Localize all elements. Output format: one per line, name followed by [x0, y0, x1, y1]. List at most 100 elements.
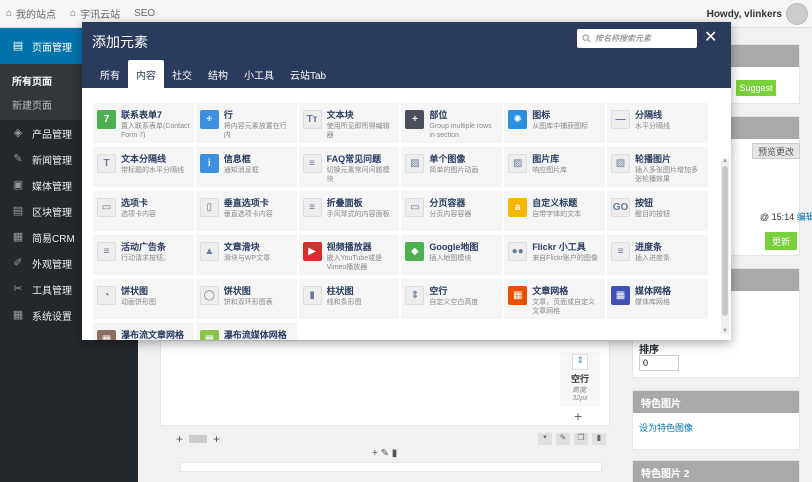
- element-tile[interactable]: ▶ 视频播放器 嵌入YouTube或是Vimeo播放器: [297, 234, 401, 276]
- element-tile[interactable]: Tт 文本块 使用所见即所得编辑器: [297, 102, 401, 144]
- element-tile[interactable]: ◔ 饼状图 动画饼形图: [92, 278, 195, 320]
- suggest-button[interactable]: Suggest: [736, 80, 776, 96]
- order-input[interactable]: [639, 355, 679, 371]
- element-tile[interactable]: ◆ Google地图 插入地图模块: [400, 234, 504, 276]
- element-text: 瀑布流媒体网格媒体库瀑布流网格: [224, 328, 293, 340]
- element-tile[interactable]: a 自定义标题 自带字体的文本: [503, 190, 606, 232]
- element-tile[interactable]: ◯ 饼状图 饼和双环形图表: [194, 278, 298, 320]
- element-tile[interactable]: ≡ FAQ常见问题 切换元素常问问题模块: [297, 146, 401, 188]
- scrollbar-thumb[interactable]: [722, 166, 728, 316]
- element-text: 信息框 通知消息框: [224, 152, 293, 175]
- scroll-up-icon[interactable]: ▲: [721, 158, 729, 164]
- set-featured-image-link[interactable]: 设为特色图像: [633, 413, 799, 442]
- home-icon: ⌂: [70, 8, 77, 19]
- element-text: 饼状图 动画饼形图: [121, 284, 190, 307]
- element-description: 插入进度条: [634, 255, 670, 262]
- element-icon: ▭: [405, 198, 425, 217]
- element-tile[interactable]: ✺ 图标 从图库中捕获图标: [503, 102, 606, 144]
- element-tile[interactable]: ▭ 分页容器 分页内容容器: [400, 190, 504, 232]
- tab-5[interactable]: 云站Tab: [282, 60, 334, 88]
- element-icon: ▦: [508, 286, 528, 305]
- sidebar-item-label: 简易CRM: [32, 233, 75, 245]
- element-tile[interactable]: ▨ 单个图像 简单的图片动画: [400, 146, 504, 188]
- element-tile[interactable]: ▨ 轮播图片 插入多张图片增加多张轮播效果: [605, 146, 709, 188]
- builder-row: [160, 340, 610, 426]
- element-icon: Tт: [302, 110, 322, 129]
- element-tile[interactable]: ▦ 媒体网格 媒体库网格: [605, 278, 709, 320]
- element-tile[interactable]: ▮ 柱状图 线和条形图: [297, 278, 401, 320]
- howdy-user[interactable]: Howdy, vlinkers: [707, 9, 782, 20]
- element-tile[interactable]: ●● Flickr 小工具 来自Flickr账户的图像: [503, 234, 606, 276]
- element-tile[interactable]: — 分隔线 水平分隔线: [605, 102, 709, 144]
- element-tile[interactable]: ⇕ 空行 自定义空白高度: [400, 278, 504, 320]
- element-name: FAQ常见问题: [326, 154, 382, 164]
- spacer-name: 空行: [570, 374, 589, 384]
- element-tile[interactable]: GO 按钮 醒目的按钮: [605, 190, 709, 232]
- preview-changes-button[interactable]: 预览更改: [752, 143, 800, 159]
- element-icon: ▦: [97, 330, 116, 340]
- element-description: 饼和双环形图表: [223, 299, 273, 306]
- spacer-height-value: 32px: [572, 395, 588, 402]
- tab-4[interactable]: 小工具: [236, 60, 282, 88]
- element-tile[interactable]: + 行将内容元素放置在行内: [194, 102, 298, 144]
- element-text: 部位 Group multiple rows in section: [429, 108, 498, 140]
- sidebar-item-label: 产品管理: [32, 129, 72, 141]
- element-icon: ◆: [405, 242, 425, 261]
- delete-icon[interactable]: ▮: [592, 433, 606, 445]
- element-text: 媒体网格 媒体库网格: [635, 284, 704, 307]
- tab-3[interactable]: 结构: [200, 60, 236, 88]
- sidebar-item-label: 外观管理: [32, 259, 72, 271]
- element-description: 动画饼形图: [121, 299, 156, 306]
- edit-pencil-icon[interactable]: ✎: [556, 433, 570, 445]
- element-tile[interactable]: ▭ 选项卡 选项卡内容: [92, 190, 195, 232]
- element-icon: —: [610, 110, 630, 129]
- avatar[interactable]: [786, 3, 808, 25]
- element-tile[interactable]: ▦ 文章网格 文章，页面或自定义文章网格: [503, 278, 606, 320]
- my-sites-label: 我的站点: [16, 10, 57, 21]
- seo-menu[interactable]: SEO: [134, 8, 155, 19]
- element-tile[interactable]: + 部位 Group multiple rows in section: [400, 102, 504, 144]
- element-tile[interactable]: T 文本分隔线 带标题的水平分隔线: [92, 146, 195, 188]
- element-search-box[interactable]: [577, 29, 697, 48]
- tab-1[interactable]: 内容: [128, 60, 164, 88]
- element-tile[interactable]: ▲ 文章滑块 滑块与WP文章: [194, 234, 298, 276]
- element-tile[interactable]: 7 联系表单7 置入联系表单(Contact Form 7): [92, 102, 195, 144]
- element-description: 自带字体的文本: [532, 211, 582, 218]
- tab-2[interactable]: 社交: [164, 60, 200, 88]
- element-tile[interactable]: ▯ 垂直选项卡 垂直选项卡内容: [194, 190, 298, 232]
- element-description: 嵌入YouTube或是Vimeo播放器: [326, 255, 383, 271]
- modal-scrollbar[interactable]: ▲ ▼: [721, 158, 729, 334]
- element-description: 将内容元素放置在行内: [223, 123, 287, 139]
- element-tile[interactable]: ≡ 折叠面板 手风琴式的内容面板: [297, 190, 401, 232]
- element-tile[interactable]: ▦ 瀑布流媒体网格媒体库瀑布流网格: [194, 322, 298, 340]
- clone-icon[interactable]: ❐: [574, 433, 588, 445]
- add-element-icon[interactable]: +: [574, 408, 582, 424]
- element-tile[interactable]: ▨ 图片库 响应图片库: [503, 146, 606, 188]
- element-tile[interactable]: ≡ 活动广告条 行动请求按钮。: [92, 234, 195, 276]
- element-tile[interactable]: ≡ 进度条 插入进度条: [605, 234, 709, 276]
- site-name-menu[interactable]: ⌂ 宇讯云站: [70, 6, 120, 21]
- edit-time-link[interactable]: 编辑: [797, 212, 812, 222]
- element-name: 自定义标题: [532, 198, 578, 208]
- column-controls[interactable]: + ✎ ▮: [372, 448, 397, 459]
- element-icon: ≡: [302, 198, 322, 217]
- element-name: 分页容器: [429, 198, 466, 208]
- close-icon[interactable]: ✕: [704, 28, 717, 46]
- element-tile[interactable]: i 信息框 通知消息框: [194, 146, 298, 188]
- add-column-icon[interactable]: +: [213, 432, 220, 446]
- element-search-input[interactable]: [595, 34, 691, 43]
- element-text: 轮播图片 插入多张图片增加多张轮播效果: [635, 152, 704, 184]
- tab-0[interactable]: 所有: [92, 60, 128, 88]
- my-sites-menu[interactable]: ⌂ 我的站点: [6, 6, 56, 21]
- row-layout-icon[interactable]: [189, 435, 208, 443]
- element-icon: ▨: [610, 154, 630, 173]
- spacer-element[interactable]: ⇕ 空行 高度: 32px: [560, 352, 600, 406]
- add-row-icon[interactable]: +: [176, 432, 183, 446]
- sidebar-item-label: 工具管理: [32, 285, 72, 297]
- element-tile[interactable]: ▦ 瀑布流文章网格文章，页面或自定义的文章网格: [92, 322, 195, 340]
- row-toggle-icon[interactable]: ▾: [538, 433, 552, 445]
- update-button[interactable]: 更新: [765, 232, 797, 250]
- search-icon: [582, 34, 591, 43]
- element-name: 柱状图: [326, 286, 354, 296]
- scroll-down-icon[interactable]: ▼: [721, 328, 729, 334]
